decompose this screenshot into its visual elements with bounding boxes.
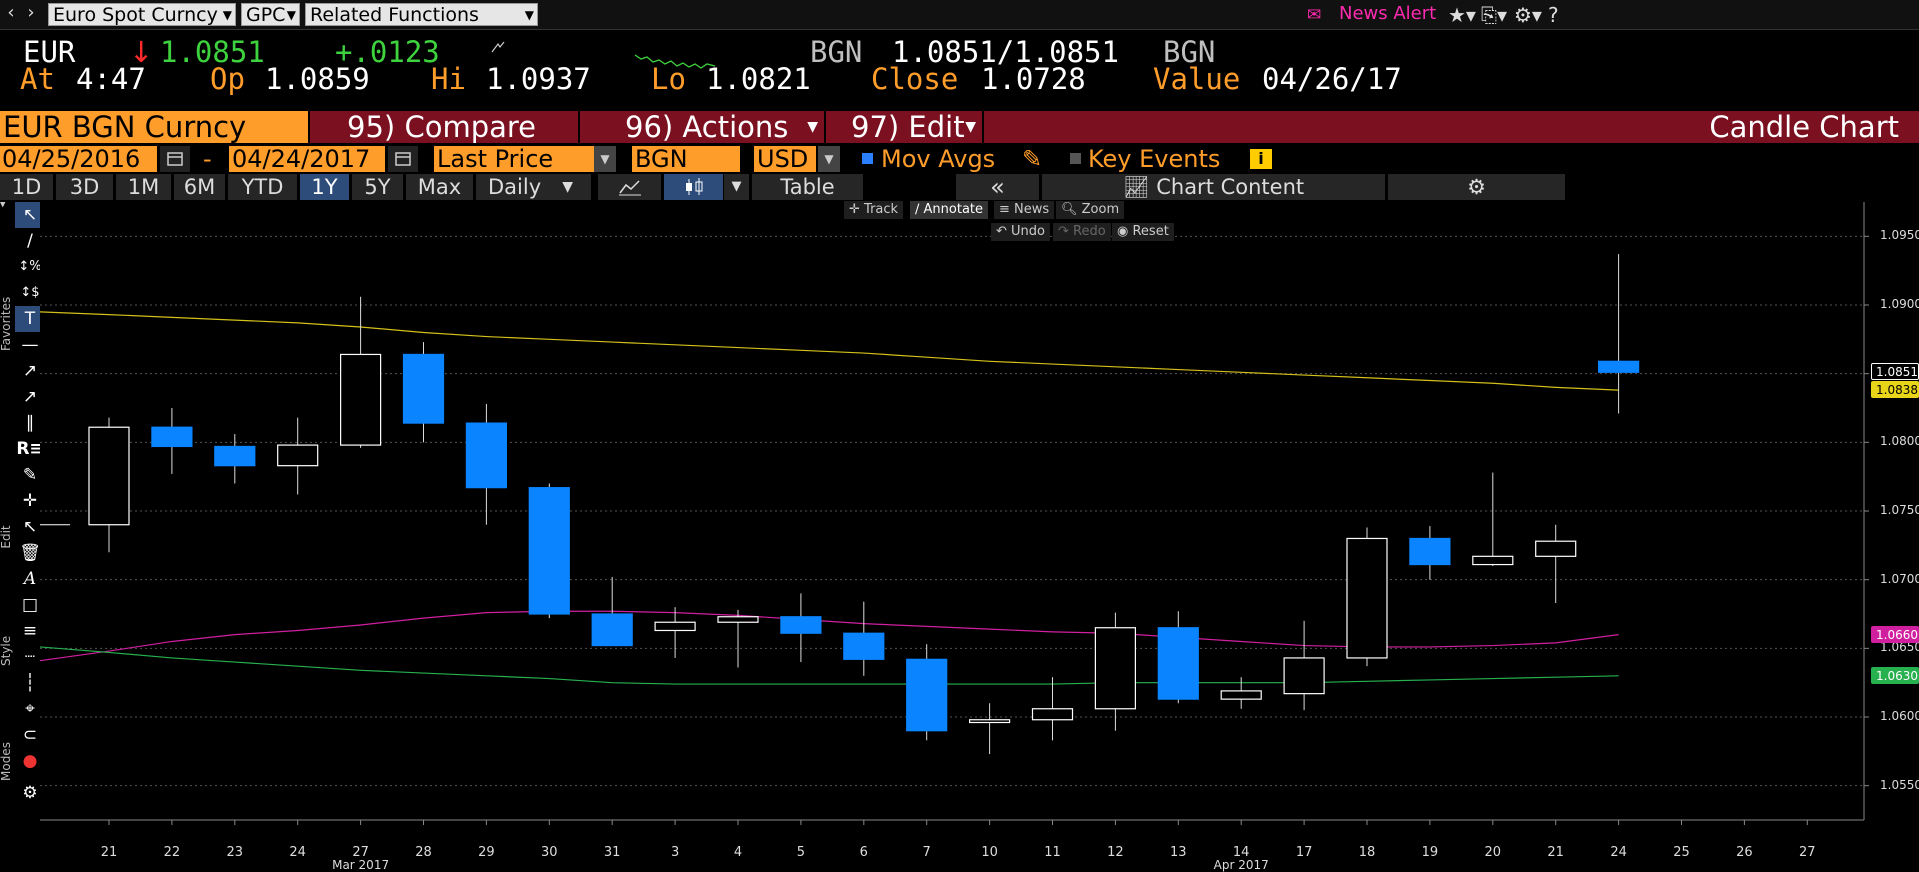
candle-body xyxy=(88,426,130,526)
x-tick-label: 30 xyxy=(541,845,558,860)
candle-body xyxy=(1283,657,1325,695)
x-tick-label: 6 xyxy=(859,845,868,860)
month-label: Apr 2017 xyxy=(1213,858,1269,872)
y-tick-label: 1.0750 xyxy=(1880,503,1919,517)
candle-body xyxy=(340,353,382,446)
reset-button[interactable]: ◉ Reset xyxy=(1112,223,1174,241)
month-label: Mar 2017 xyxy=(332,858,390,872)
candle-body xyxy=(1157,627,1199,700)
x-tick-label: 21 xyxy=(100,845,118,860)
redo-label: Redo xyxy=(1073,224,1106,239)
crosshair-icon: ✛ xyxy=(849,202,860,217)
x-tick-label: 31 xyxy=(603,845,621,860)
undo-icon: ↶ xyxy=(996,224,1007,239)
candle-body xyxy=(1346,537,1388,659)
x-tick-label: 5 xyxy=(796,845,806,860)
x-tick-label: 29 xyxy=(478,845,495,860)
candle-body xyxy=(654,621,696,632)
track-button[interactable]: ✛ Track xyxy=(844,201,904,219)
x-tick-label: 4 xyxy=(733,845,743,860)
reset-icon: ◉ xyxy=(1117,224,1129,239)
y-tick-label: 1.0550 xyxy=(1880,777,1919,792)
y-tick-label: 1.0900 xyxy=(1880,297,1919,311)
candle-body xyxy=(277,444,319,467)
x-tick-label: 10 xyxy=(981,845,998,860)
candle-body xyxy=(1220,690,1262,700)
candle-body xyxy=(717,616,759,623)
annotate-label: Annotate xyxy=(923,202,984,217)
y-tick-label: 1.0800 xyxy=(1880,434,1919,449)
x-tick-label: 24 xyxy=(289,845,306,860)
track-label: Track xyxy=(864,202,899,217)
candle-body xyxy=(780,616,822,634)
x-tick-label: 22 xyxy=(163,845,181,860)
candle-body xyxy=(906,658,948,732)
redo-button[interactable]: ↷ Redo xyxy=(1053,223,1111,241)
x-tick-label: 27 xyxy=(1799,845,1816,860)
zoom-button[interactable]: 🔍︎ Zoom xyxy=(1056,201,1125,219)
y-tick-label: 1.0700 xyxy=(1880,571,1919,586)
x-tick-label: 20 xyxy=(1484,845,1502,860)
x-tick-label: 25 xyxy=(1673,845,1690,860)
search-icon: 🔍︎ xyxy=(1061,202,1078,217)
x-tick-label: 7 xyxy=(922,845,931,860)
candle-body xyxy=(1409,537,1451,566)
x-tick-label: 17 xyxy=(1295,845,1313,860)
candle-body xyxy=(591,613,633,647)
news-button[interactable]: ≡ News xyxy=(994,201,1055,219)
x-tick-label: 23 xyxy=(226,845,244,860)
x-tick-label: 18 xyxy=(1358,845,1376,860)
x-tick-label: 24 xyxy=(1610,845,1627,860)
x-tick-label: 26 xyxy=(1736,845,1753,860)
x-tick-label: 19 xyxy=(1421,845,1439,860)
news-icon: ≡ xyxy=(999,202,1010,217)
redo-icon: ↷ xyxy=(1058,224,1069,239)
ma-green-tag: 1.0630 xyxy=(1871,666,1919,684)
candle-body xyxy=(214,445,256,467)
candle-body xyxy=(1535,540,1577,557)
news-label: News xyxy=(1014,202,1050,217)
ma-yellow-tag: 1.0838 xyxy=(1871,381,1919,399)
candle-body xyxy=(1031,708,1074,721)
candle-body xyxy=(528,487,570,615)
candle-body xyxy=(1472,555,1514,566)
candle-body xyxy=(1094,627,1137,710)
undo-label: Undo xyxy=(1011,224,1046,239)
x-tick-label: 12 xyxy=(1107,845,1124,860)
candle-body xyxy=(465,422,507,489)
candle-body xyxy=(968,719,1011,724)
x-tick-label: 13 xyxy=(1170,845,1187,860)
candle-chart[interactable] xyxy=(0,0,1919,872)
x-tick-label: 28 xyxy=(415,845,432,860)
x-tick-label: 11 xyxy=(1044,845,1061,860)
y-tick-label: 1.0600 xyxy=(1880,709,1919,723)
x-tick-label: 21 xyxy=(1547,845,1564,860)
pencil-icon: ∕ xyxy=(915,202,920,217)
x-tick-label: 3 xyxy=(670,845,680,860)
candle-body xyxy=(402,353,445,424)
candle-body xyxy=(1597,360,1640,373)
zoom-label: Zoom xyxy=(1081,202,1120,217)
last-price-tag: 1.0851 xyxy=(1871,363,1919,381)
undo-button[interactable]: ↶ Undo xyxy=(991,223,1051,241)
candle-body xyxy=(151,426,193,448)
ma-magenta-tag: 1.0660 xyxy=(1871,625,1919,643)
annotate-button[interactable]: ∕ Annotate xyxy=(910,201,989,219)
reset-label: Reset xyxy=(1132,224,1169,239)
candle-body xyxy=(843,632,885,660)
y-tick-label: 1.0950 xyxy=(1880,228,1919,243)
